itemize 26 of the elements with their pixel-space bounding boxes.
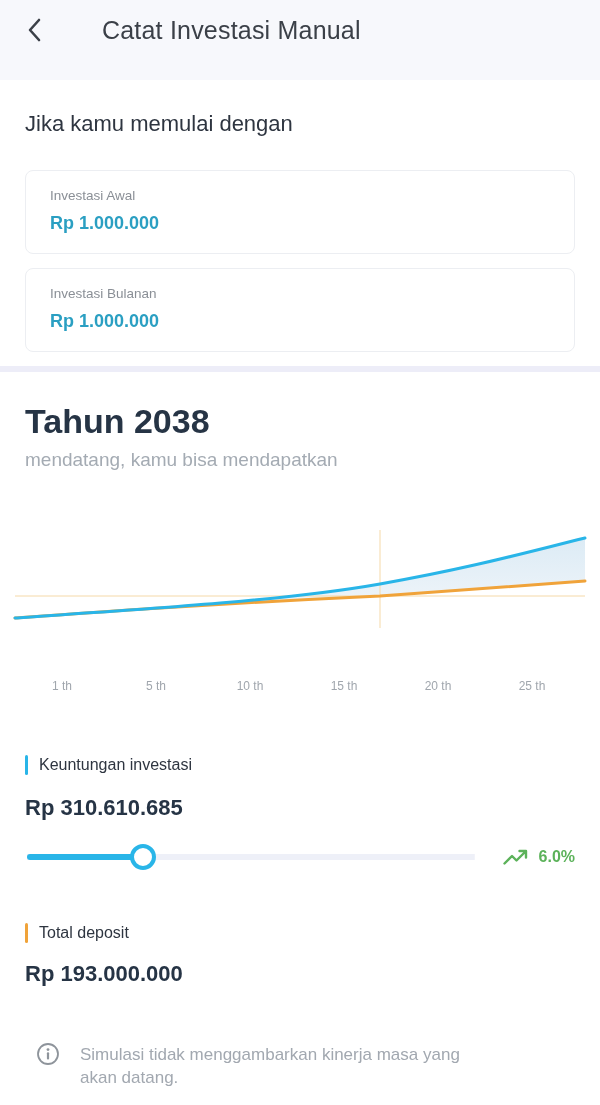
field-label: Investasi Bulanan: [50, 285, 157, 303]
field-value: Rp 1.000.000: [50, 212, 160, 235]
axis-label: 15 th: [329, 678, 359, 694]
amount-field[interactable]: Investasi Bulanan Rp 1.000.000: [25, 268, 575, 352]
result-value: Rp 310.610.685: [25, 794, 183, 822]
field-label: Investasi Awal: [50, 187, 136, 205]
slider-thumb[interactable]: [130, 844, 157, 870]
disclaimer-text: Simulasi tidak menggambarkan kinerja masa yang akan datang.: [80, 1044, 461, 1089]
axis-label: 20 th: [423, 678, 453, 694]
intro-text: Jika kamu memulai dengan: [25, 110, 293, 138]
axis-label: 1 th: [51, 678, 73, 694]
rate-reading: 6.0%: [538, 847, 575, 867]
result-label: Total deposit: [39, 923, 129, 943]
axis-label: 5 th: [145, 678, 167, 694]
projection-subtitle: mendatang, kamu bisa mendapatkan: [25, 448, 338, 472]
page-title: Catat Investasi Manual: [102, 15, 361, 46]
axis-label: 10 th: [235, 678, 265, 694]
info-icon: [37, 1043, 59, 1065]
field-value: Rp 1.000.000: [50, 310, 160, 333]
result-label: Keuntungan investasi: [39, 755, 192, 775]
result-value: Rp 193.000.000: [25, 960, 183, 988]
amount-field[interactable]: Investasi Awal Rp 1.000.000: [25, 170, 575, 254]
projection-title: Tahun 2038: [25, 401, 210, 441]
axis-label: 25 th: [517, 678, 547, 694]
trend-up-icon: [502, 849, 529, 865]
chevron-left-icon: [27, 18, 41, 42]
